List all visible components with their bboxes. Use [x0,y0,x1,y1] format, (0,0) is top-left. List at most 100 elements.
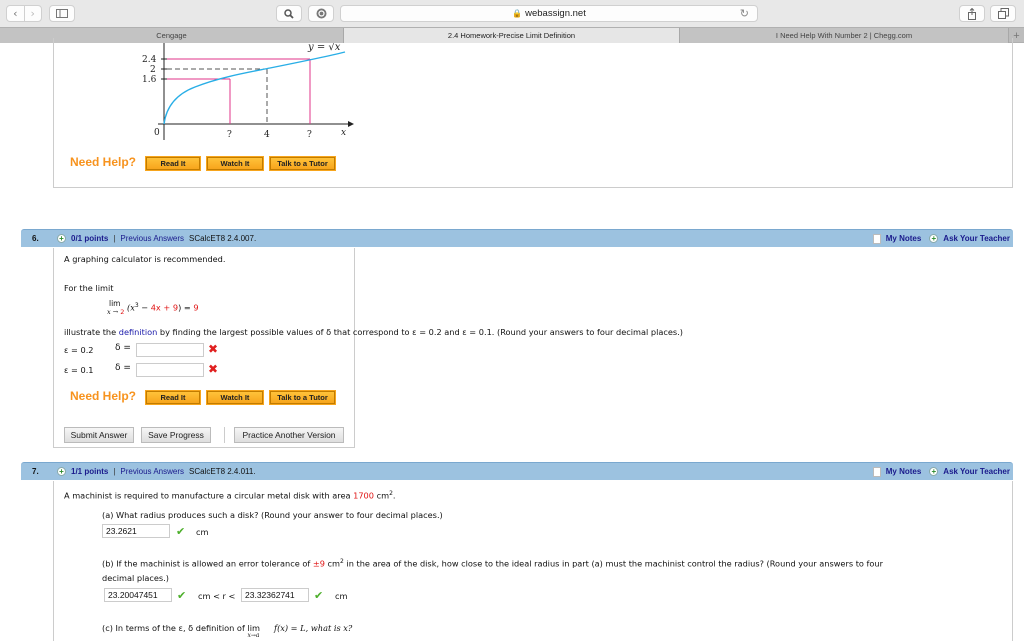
area-value: 1700 [353,490,374,501]
plus-icon: + [929,467,939,476]
search-icon [284,8,294,19]
notes-icon [872,466,881,477]
need-help-label: Need Help? [70,389,137,403]
extension-icon [316,8,326,19]
divider: | [113,467,116,476]
q7-part-b-prompt: (b) If the machinist is allowed an error… [102,558,883,569]
correct-icon: ✔ [314,589,324,602]
inequality-label: cm < r < [198,591,236,601]
sidebar-icon [56,9,68,18]
delta-label-2: δ = [115,363,131,373]
x-label-4: 4 [264,130,270,140]
share-button[interactable] [959,5,985,22]
question-actions: My Notes + Ask Your Teacher [872,233,1010,244]
watch-it-button[interactable]: Watch It [206,156,264,171]
tolerance-value: ±9 [312,558,325,569]
divider: | [113,234,116,243]
ask-teacher-label: Ask Your Teacher [943,234,1010,243]
question-code: SCalcET8 2.4.007. [189,234,257,243]
ask-teacher-link[interactable]: + Ask Your Teacher [929,234,1010,243]
points-label[interactable]: 0/1 points [71,234,108,243]
radius-unit-b: cm [335,591,348,601]
question-6-header: 6. + 0/1 points | Previous Answers SCalc… [21,229,1013,247]
lock-icon: 🔒 [512,9,523,18]
q6-instruction: illustrate the definition by finding the… [64,327,683,337]
delta-input-1[interactable] [136,343,204,357]
reload-icon[interactable]: ↻ [740,7,749,20]
my-notes-link[interactable]: My Notes [886,234,922,243]
question-number: 6. [32,234,39,243]
x-label-0: 0 [154,128,160,138]
correct-icon: ✔ [176,525,186,538]
talk-to-tutor-button[interactable]: Talk to a Tutor [269,390,336,405]
plus-icon: + [929,234,939,243]
previous-answers-link[interactable]: Previous Answers [120,467,184,476]
question-7-header: 7. + 1/1 points | Previous Answers SCalc… [21,462,1013,480]
read-it-button[interactable]: Read It [145,390,201,405]
points-label[interactable]: 1/1 points [71,467,108,476]
need-help-label: Need Help? [70,155,137,169]
definition-link[interactable]: definition [119,327,158,337]
sqrt-graph: y = √x 2.4 2 1.6 0 ? 4 ? x [142,43,354,140]
submit-answer-button[interactable]: Submit Answer [64,427,134,443]
show-tabs-button[interactable] [990,5,1016,22]
question-actions: My Notes + Ask Your Teacher [872,466,1010,477]
ask-teacher-link[interactable]: + Ask Your Teacher [929,467,1010,476]
q6-for-limit: For the limit [64,283,114,293]
webassign-page: y = √x 2.4 2 1.6 0 ? 4 ? x Need Help? Re… [0,38,1024,641]
question-code: SCalcET8 2.4.011. [189,467,256,476]
talk-to-tutor-button[interactable]: Talk to a Tutor [269,156,336,171]
x-axis-arrow [348,121,354,127]
q7-intro: A machinist is required to manufacture a… [64,490,396,501]
y-label-2: 2 [150,65,156,75]
back-icon[interactable]: ‹ [7,7,24,20]
eps-label-2: ε = 0.1 [64,365,94,375]
x-label-q1: ? [227,130,232,140]
q6-intro: A graphing calculator is recommended. [64,254,226,264]
my-notes-link[interactable]: My Notes [886,467,922,476]
radius-lower-input[interactable]: 23.20047451 [104,588,172,602]
delta-input-2[interactable] [136,363,204,377]
forward-icon[interactable]: › [24,7,41,20]
share-icon [968,7,976,20]
q7-part-c-prompt: (c) In terms of the ε, δ definition of l… [102,623,353,639]
question-points: + 0/1 points | Previous Answers SCalcET8… [57,234,256,243]
ask-teacher-label: Ask Your Teacher [943,467,1010,476]
notes-icon [872,233,881,244]
correct-icon: ✔ [177,589,187,602]
sidebar-toggle-button[interactable] [49,5,75,22]
sqrt-curve [163,51,346,125]
previous-answers-link[interactable]: Previous Answers [120,234,184,243]
q7-part-a-prompt: (a) What radius produces such a disk? (R… [102,510,443,520]
address-bar[interactable]: 🔒 webassign.net ↻ [340,5,758,22]
browser-toolbar: ‹ › 🔒 webassign.net ↻ [0,0,1024,27]
lim-text: lim [109,299,121,308]
practice-another-version-button[interactable]: Practice Another Version [234,427,344,443]
question-points: + 1/1 points | Previous Answers SCalcET8… [57,467,256,476]
extension-button[interactable] [308,5,334,22]
delta-label-1: δ = [115,343,131,353]
question-number: 7. [32,467,39,476]
watch-it-button[interactable]: Watch It [206,390,264,405]
tabs-icon [997,8,1009,19]
radius-input[interactable]: 23.2621 [102,524,170,538]
curve-label: y = √x [307,43,341,53]
c-lim: lim x→a [247,623,260,639]
expand-icon[interactable]: + [57,234,66,243]
divider [224,427,225,443]
y-label-2.4: 2.4 [142,55,157,65]
lim-body: (x3 − 4x + 9) = 9 [127,302,199,313]
read-it-button[interactable]: Read It [145,156,201,171]
incorrect-icon: ✖ [208,342,219,356]
x-label-x: x [341,128,346,138]
lim-subscript: x → 2 [107,308,125,316]
expand-icon[interactable]: + [57,467,66,476]
incorrect-icon: ✖ [208,362,219,376]
save-progress-button[interactable]: Save Progress [141,427,211,443]
search-button[interactable] [276,5,302,22]
x-label-q2: ? [307,130,312,140]
nav-buttons: ‹ › [6,5,42,22]
address-text: webassign.net [525,8,586,19]
q7-part-b-prompt-cont: decimal places.) [102,573,169,583]
radius-upper-input[interactable]: 23.32362741 [241,588,309,602]
